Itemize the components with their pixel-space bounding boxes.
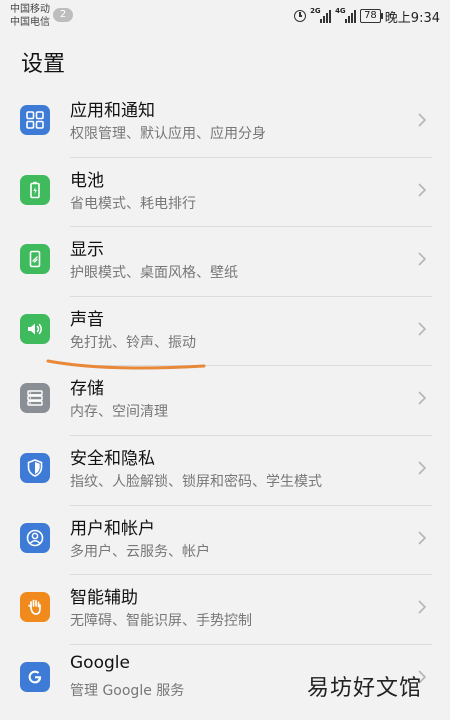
battery-indicator: 78 xyxy=(360,9,383,23)
settings-item-subtitle: 管理 Google 服务 xyxy=(70,682,185,699)
alarm-icon xyxy=(294,10,307,22)
signal-icon-1: 2G xyxy=(310,7,332,23)
chevron-right-icon xyxy=(418,322,427,336)
display-icon xyxy=(20,244,50,275)
battery-icon xyxy=(20,174,50,205)
google-icon xyxy=(20,661,50,692)
network-type-1: 2G xyxy=(310,7,321,15)
page-title: 设置 xyxy=(21,52,66,77)
settings-item-subtitle: 无障碍、智能识屏、手势控制 xyxy=(70,613,252,630)
chevron-right-icon xyxy=(418,183,427,197)
settings-item-0[interactable]: 应用和通知权限管理、默认应用、应用分身 xyxy=(0,88,450,158)
signal-icon-2: 4G xyxy=(335,7,357,23)
carrier-1: 中国移动 xyxy=(10,4,50,15)
settings-list: 应用和通知权限管理、默认应用、应用分身电池省电模式、耗电排行显示护眼模式、桌面风… xyxy=(0,88,450,714)
settings-item-subtitle: 免打扰、铃声、振动 xyxy=(70,334,196,351)
status-bar: 中国移动 中国电信 2 2G 4G 78 晚上9:34 xyxy=(0,0,450,34)
notification-count-badge: 2 xyxy=(53,8,73,22)
settings-item-subtitle: 省电模式、耗电排行 xyxy=(70,195,196,212)
speaker-icon xyxy=(20,313,50,344)
status-icons: 2G 4G 78 晚上9:34 xyxy=(294,6,440,26)
settings-item-title: 显示 xyxy=(70,240,104,261)
title-bar xyxy=(0,34,450,92)
apps-grid-icon xyxy=(20,105,50,135)
chevron-right-icon xyxy=(418,461,427,475)
clock: 晚上9:34 xyxy=(384,10,440,26)
settings-item-subtitle: 内存、空间清理 xyxy=(70,404,168,421)
settings-item-7[interactable]: 智能辅助无障碍、智能识屏、手势控制 xyxy=(0,575,450,645)
settings-item-subtitle: 权限管理、默认应用、应用分身 xyxy=(70,126,266,142)
chevron-right-icon xyxy=(418,252,427,266)
settings-item-2[interactable]: 显示护眼模式、桌面风格、壁纸 xyxy=(0,227,450,297)
user-icon xyxy=(20,522,50,553)
settings-item-title: 电池 xyxy=(70,170,104,191)
settings-item-title: Google xyxy=(70,652,130,673)
settings-item-subtitle: 护眼模式、桌面风格、壁纸 xyxy=(70,265,238,282)
settings-item-6[interactable]: 用户和帐户多用户、云服务、帐户 xyxy=(0,506,450,576)
chevron-right-icon xyxy=(418,113,427,127)
settings-item-5[interactable]: 安全和隐私指纹、人脸解锁、锁屏和密码、学生模式 xyxy=(0,436,450,506)
settings-item-subtitle: 多用户、云服务、帐户 xyxy=(70,543,210,560)
settings-item-title: 存储 xyxy=(70,379,104,400)
settings-item-1[interactable]: 电池省电模式、耗电排行 xyxy=(0,158,450,228)
settings-item-title: 用户和帐户 xyxy=(70,518,155,539)
carrier-2: 中国电信 xyxy=(10,17,50,28)
settings-item-title: 智能辅助 xyxy=(70,588,138,609)
watermark-text: 易坊好文馆 xyxy=(306,676,422,701)
settings-item-title: 应用和通知 xyxy=(70,101,155,121)
settings-item-subtitle: 指纹、人脸解锁、锁屏和密码、学生模式 xyxy=(70,473,322,490)
carrier-info: 中国移动 中国电信 xyxy=(10,3,50,29)
hand-icon xyxy=(20,592,50,623)
settings-item-title: 声音 xyxy=(70,309,104,330)
shield-icon xyxy=(20,452,50,483)
chevron-right-icon xyxy=(418,600,427,614)
storage-icon xyxy=(20,383,50,414)
network-type-2: 4G xyxy=(335,7,346,15)
annotation-underline xyxy=(46,359,206,370)
chevron-right-icon xyxy=(418,391,427,405)
settings-item-4[interactable]: 存储 内存、空间清理 xyxy=(0,366,450,436)
chevron-right-icon xyxy=(418,530,427,545)
settings-item-title: 安全和隐私 xyxy=(70,448,155,469)
